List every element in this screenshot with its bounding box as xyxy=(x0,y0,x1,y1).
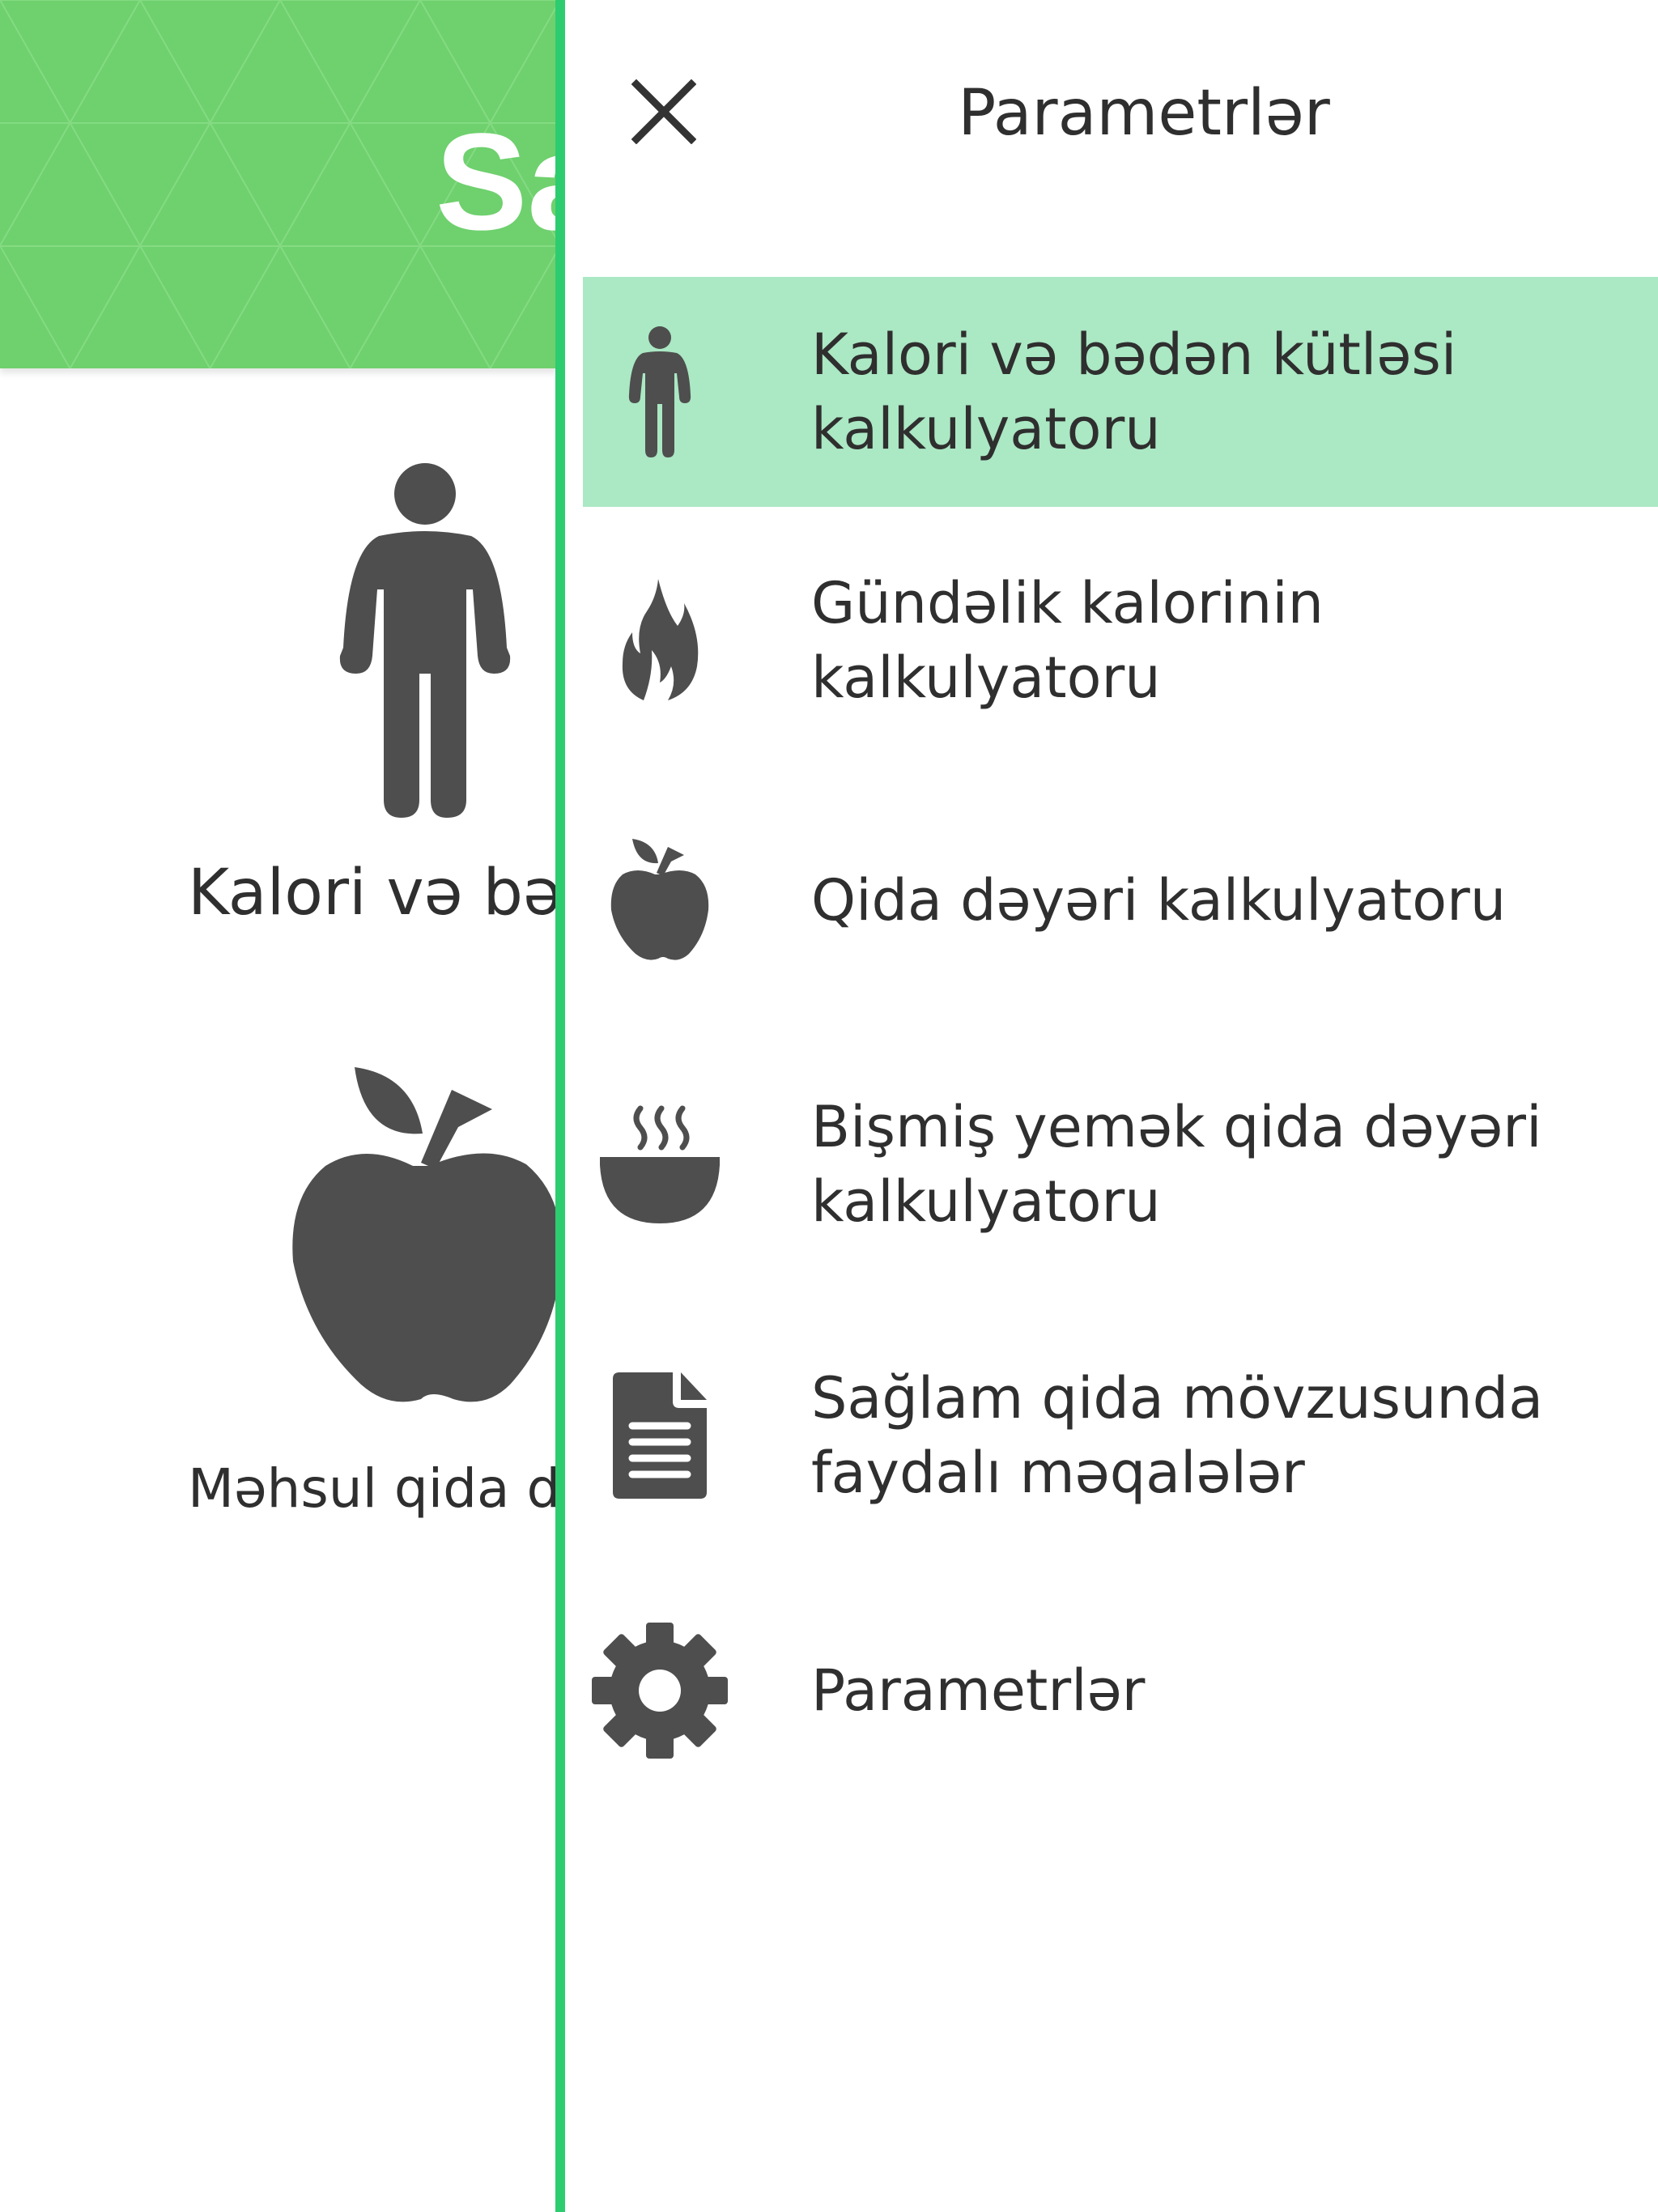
menu-item-calorie-bmi[interactable]: Kalori və bədən kütləsi kalkulyatoru xyxy=(583,277,1658,507)
apple-icon xyxy=(291,1067,563,1409)
apple-icon xyxy=(591,839,729,962)
gear-icon xyxy=(591,1623,729,1759)
person-icon xyxy=(591,325,729,458)
menu-item-daily-calorie[interactable]: Gündəlik kalorinin kalkulyatoru xyxy=(583,507,1658,774)
menu-item-articles[interactable]: Sağlam qida mövzusunda faydalı məqalələr xyxy=(583,1302,1658,1569)
menu-item-label: Sağlam qida mövzusunda faydalı məqalələr xyxy=(811,1365,1544,1506)
menu-item-label: Gündəlik kalorinin kalkulyatoru xyxy=(811,570,1324,711)
person-icon xyxy=(332,462,518,823)
settings-drawer: Parametrlər Kalori və bədən kütləsi kalk… xyxy=(555,0,1658,2212)
menu-item-label: Parametrlər xyxy=(811,1657,1146,1724)
card-label-product: Məhsul qida də xyxy=(188,1457,593,1520)
document-icon xyxy=(591,1372,729,1499)
menu-item-settings[interactable]: Parametrlər xyxy=(583,1569,1658,1812)
menu-item-label: Bişmiş yemək qida dəyəri kalkulyatoru xyxy=(811,1094,1542,1235)
app-header: Sa xyxy=(0,0,559,368)
menu-item-label: Qida dəyəri kalkulyatoru xyxy=(811,867,1507,934)
card-label-calorie: Kalori və bəd xyxy=(188,857,602,929)
app-title: Sa xyxy=(436,105,559,259)
menu-item-label: Kalori və bədən kütləsi kalkulyatoru xyxy=(811,321,1457,462)
menu-item-food-value[interactable]: Qida dəyəri kalkulyatoru xyxy=(583,774,1658,1027)
flame-icon xyxy=(591,579,729,702)
hot-bowl-icon xyxy=(591,1104,729,1225)
drawer-title: Parametrlər xyxy=(958,77,1330,150)
drawer-menu: Kalori və bədən kütləsi kalkulyatoru Gün… xyxy=(583,277,1658,1812)
menu-item-cooked-meal[interactable]: Bişmiş yemək qida dəyəri kalkulyatoru xyxy=(583,1027,1658,1302)
